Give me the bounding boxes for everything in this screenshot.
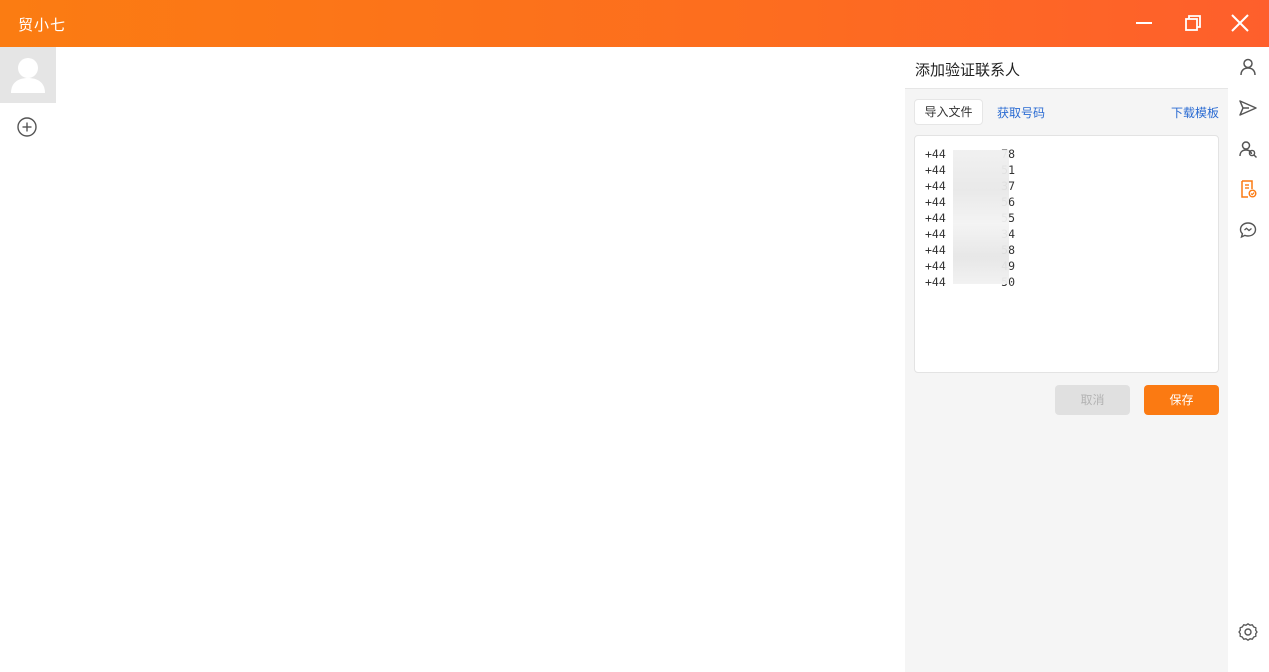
numbers-textarea[interactable]: +44 78+44 51+44 37+44 56+44 55+44 34+44 …	[914, 135, 1219, 373]
get-numbers-link[interactable]: 获取号码	[997, 104, 1045, 121]
download-template-link[interactable]: 下载模板	[1171, 104, 1219, 121]
close-button[interactable]	[1227, 10, 1253, 36]
chat-icon	[1239, 222, 1257, 239]
add-account-button[interactable]	[16, 116, 38, 138]
account-column	[0, 47, 56, 672]
panel-tabs: 导入文件 获取号码 下载模板	[914, 99, 1219, 125]
add-verify-contacts-panel: 添加验证联系人 导入文件 获取号码 下载模板 +44 78+44 51+44 3…	[905, 47, 1228, 672]
rail-item-chat[interactable]	[1237, 219, 1259, 241]
restore-button[interactable]	[1180, 10, 1206, 36]
rail-item-settings[interactable]	[1237, 621, 1259, 643]
avatar[interactable]	[0, 47, 56, 103]
settings-icon	[1238, 623, 1258, 641]
verify-doc-icon	[1241, 180, 1257, 198]
minimize-button[interactable]	[1131, 10, 1157, 36]
import-file-button[interactable]: 导入文件	[914, 99, 983, 125]
right-rail	[1228, 47, 1269, 672]
main-content	[56, 47, 905, 672]
default-avatar-icon	[11, 58, 45, 93]
plus-circle-icon	[17, 117, 37, 137]
rail-item-profile[interactable]	[1237, 56, 1259, 78]
panel-title: 添加验证联系人	[915, 61, 1021, 79]
minimize-icon	[1136, 22, 1152, 24]
save-button[interactable]: 保存	[1144, 385, 1219, 415]
title-bar: 贸小七	[0, 0, 1269, 47]
send-icon	[1239, 100, 1257, 116]
user-icon	[1240, 58, 1256, 76]
rail-item-verify-contacts[interactable]	[1237, 178, 1259, 200]
rail-item-contacts[interactable]	[1237, 138, 1259, 160]
rail-item-send[interactable]	[1237, 97, 1259, 119]
cancel-button[interactable]: 取消	[1055, 385, 1130, 415]
redaction-mask	[953, 150, 1009, 284]
app-title: 贸小七	[18, 16, 67, 34]
contacts-icon	[1239, 141, 1257, 158]
close-icon	[1231, 14, 1249, 32]
panel-header: 添加验证联系人	[905, 47, 1228, 89]
restore-icon	[1185, 15, 1201, 31]
